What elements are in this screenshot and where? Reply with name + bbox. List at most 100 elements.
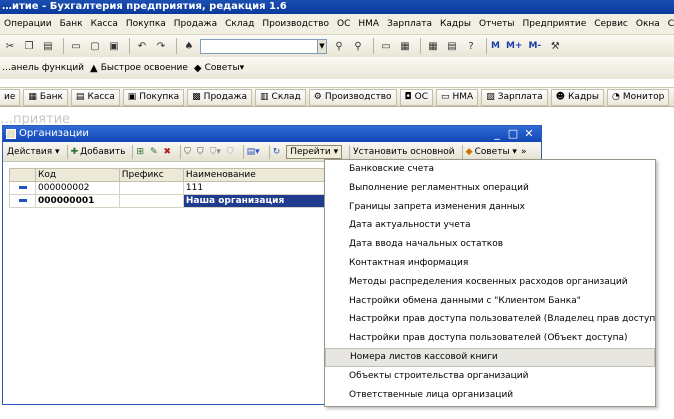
menu-item-contact-info[interactable]: Контактная информация	[325, 254, 655, 273]
clear-filter-icon[interactable]: ⛉	[227, 147, 236, 157]
cell-name[interactable]: Наша организация	[182, 194, 326, 208]
menu-production[interactable]: Производство	[258, 19, 333, 29]
quick-start-button[interactable]: ▲ Быстрое освоение	[90, 63, 188, 74]
table-row[interactable]: 000000001 Наша организация	[9, 194, 326, 208]
column-name[interactable]: Наименование	[182, 168, 326, 182]
filter-list-icon[interactable]: ⛉	[197, 147, 206, 157]
cell-code[interactable]: 000000002	[35, 181, 120, 195]
set-main-button[interactable]: Установить основной	[353, 147, 455, 157]
tab-intangibles[interactable]: ▭ НМА	[436, 88, 479, 106]
menu-warehouse[interactable]: Склад	[221, 19, 258, 29]
redo-icon[interactable]: ↷	[153, 38, 169, 54]
tab-cash[interactable]: ▤ Касса	[70, 88, 120, 106]
maximize-icon[interactable]: □	[505, 126, 521, 142]
menu-fixed-assets[interactable]: ОС	[333, 19, 354, 29]
menu-item-bank-client-exchange[interactable]: Настройки обмена данными с "Клиентом Бан…	[325, 292, 655, 311]
refresh-icon[interactable]: ↻	[273, 147, 283, 157]
menu-item-construction-objects[interactable]: Объекты строительства организаций	[325, 367, 655, 386]
menu-item-access-rights-owner[interactable]: Настройки прав доступа пользователей (Вл…	[325, 310, 655, 329]
cut-icon[interactable]: ✂	[2, 38, 18, 54]
menu-reports[interactable]: Отчеты	[475, 19, 519, 29]
tools-icon[interactable]: ⚒	[547, 38, 563, 54]
tab-hr[interactable]: ☻ Кадры	[550, 88, 604, 106]
delete-mark-icon[interactable]: ✖	[164, 147, 174, 157]
save-icon[interactable]: ▣	[106, 38, 122, 54]
memory-plus-button[interactable]: M+	[506, 41, 523, 51]
menu-item-routine-operations[interactable]: Выполнение регламентных операций	[325, 179, 655, 198]
search-input[interactable]	[200, 38, 318, 54]
production-icon: ⚙	[313, 92, 322, 102]
tab-production[interactable]: ⚙ Производство	[308, 88, 397, 106]
menu-purchase[interactable]: Покупка	[122, 19, 170, 29]
help-icon[interactable]: ?	[463, 38, 479, 54]
actions-menu-button[interactable]: Действия ▾	[7, 147, 60, 157]
preview-icon[interactable]: ▢	[87, 38, 103, 54]
tab-salary[interactable]: ▨ Зарплата	[481, 88, 548, 106]
more-icon[interactable]: »	[521, 147, 527, 157]
cell-code[interactable]: 000000001	[35, 194, 120, 208]
edit-icon[interactable]: ✎	[150, 147, 160, 157]
tab-sales[interactable]: ▩ Продажа	[187, 88, 253, 106]
tab-warehouse[interactable]: ▥ Склад	[255, 88, 306, 106]
menu-intangibles[interactable]: НМА	[354, 19, 383, 29]
add-button[interactable]: ✚ Добавить	[71, 147, 126, 157]
paste-icon[interactable]: ▤	[40, 38, 56, 54]
tab-bank[interactable]: ▦ Банк	[23, 88, 68, 106]
find-next-icon[interactable]: ⚲	[331, 38, 347, 54]
goto-menu-button[interactable]: Перейти ▾	[286, 144, 343, 159]
menu-help[interactable]: Справка	[664, 19, 674, 29]
cell-prefix[interactable]	[118, 194, 184, 208]
column-prefix[interactable]: Префикс	[118, 168, 184, 182]
search-dropdown-icon[interactable]: ▼	[317, 38, 327, 54]
menu-enterprise[interactable]: Предприятие	[519, 19, 591, 29]
tips-button[interactable]: ◆ Советы ▾	[194, 63, 244, 74]
add-group-icon[interactable]: ⊞	[136, 147, 146, 157]
menu-item-opening-balances-date[interactable]: Дата ввода начальных остатков	[325, 235, 655, 254]
memory-minus-button[interactable]: M-	[528, 41, 541, 51]
menu-item-accounting-actuality-date[interactable]: Дата актуальности учета	[325, 216, 655, 235]
menu-cash[interactable]: Касса	[87, 19, 122, 29]
minimize-icon[interactable]: _	[489, 126, 505, 142]
menu-item-indirect-cost-methods[interactable]: Методы распределения косвенных расходов …	[325, 273, 655, 292]
table-row[interactable]: 000000002 111	[9, 181, 326, 195]
close-icon[interactable]: ✕	[521, 126, 537, 142]
filter-icon[interactable]: ⛉	[184, 147, 193, 157]
column-code[interactable]: Код	[35, 168, 120, 182]
menu-item-bank-accounts[interactable]: Банковские счета	[325, 160, 655, 179]
menu-hr[interactable]: Кадры	[436, 19, 475, 29]
notes-icon[interactable]: ▤	[444, 38, 460, 54]
tab-purchase[interactable]: ▣ Покупка	[122, 88, 185, 106]
tab-monitor[interactable]: ◔ Монитор	[607, 88, 670, 106]
calculator-icon[interactable]: ▦	[425, 38, 441, 54]
output-list-icon[interactable]: ▤▾	[247, 147, 262, 157]
copy-icon[interactable]: ❐	[21, 38, 37, 54]
add-icon: ✚	[70, 146, 79, 157]
undo-icon[interactable]: ↶	[134, 38, 150, 54]
standard-toolbar: ✂ ❐ ▤ ▭ ▢ ▣ ↶ ↷ ♠ ▼ ⚲ ⚲ ▭ ▦ ▦ ▤ ? M M+ M…	[0, 35, 674, 57]
filter-history-icon[interactable]: ⛉▾	[210, 147, 223, 157]
print-icon[interactable]: ▭	[68, 38, 84, 54]
window-icon[interactable]: ▭	[378, 38, 394, 54]
menu-service[interactable]: Сервис	[590, 19, 632, 29]
menu-windows[interactable]: Окна	[632, 19, 664, 29]
functions-panel-button[interactable]: …анель функций	[2, 63, 84, 73]
organizations-window-title: Организации	[19, 128, 89, 139]
organizations-window-titlebar[interactable]: Организации _ □ ✕	[3, 126, 541, 142]
menu-bank[interactable]: Банк	[56, 19, 87, 29]
find-icon[interactable]: ♠	[181, 38, 197, 54]
memory-button[interactable]: M	[491, 41, 500, 51]
menu-salary[interactable]: Зарплата	[383, 19, 436, 29]
menu-sales[interactable]: Продажа	[170, 19, 221, 29]
tab-fixed-assets[interactable]: ◘ ОС	[399, 88, 433, 106]
menu-item-cash-book-sheet-numbers[interactable]: Номера листов кассовой книги	[325, 347, 655, 367]
calendar-icon[interactable]: ▦	[397, 38, 413, 54]
menu-item-access-rights-object[interactable]: Настройки прав доступа пользователей (Об…	[325, 329, 655, 348]
tips-menu-button[interactable]: ◆ Советы ▾	[466, 147, 517, 157]
tab-main[interactable]: ие	[0, 88, 21, 106]
menu-operations[interactable]: Операции	[0, 19, 56, 29]
cell-name[interactable]: 111	[182, 181, 326, 195]
find-prev-icon[interactable]: ⚲	[350, 38, 366, 54]
cell-prefix[interactable]	[118, 181, 184, 195]
menu-item-data-lock-dates[interactable]: Границы запрета изменения данных	[325, 198, 655, 217]
menu-item-responsible-persons[interactable]: Ответственные лица организаций	[325, 386, 655, 405]
